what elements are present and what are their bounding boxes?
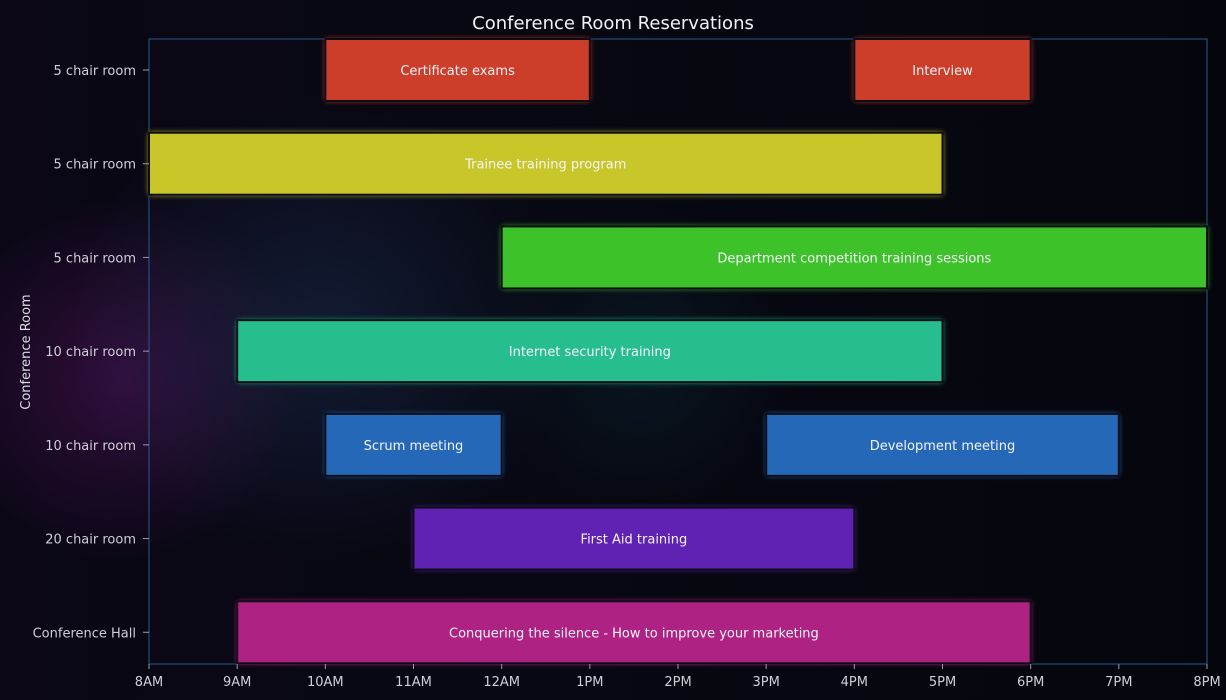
- y-tick-label: 20 chair room: [45, 533, 136, 548]
- reservation-bar[interactable]: Department competition training sessions: [500, 225, 1208, 290]
- reservation-bar[interactable]: Internet security training: [236, 319, 944, 384]
- reservation-bar[interactable]: First Aid training: [412, 506, 856, 571]
- reservation-bar[interactable]: Conquering the silence - How to improve …: [236, 600, 1032, 665]
- x-tick-label: 3PM: [753, 675, 780, 690]
- chart-title: Conference Room Reservations: [472, 13, 754, 34]
- reservation-bar[interactable]: Trainee training program: [148, 131, 944, 196]
- reservation-bar-label: Interview: [912, 64, 973, 79]
- x-tick-label: 7PM: [1105, 675, 1132, 690]
- reservation-bar[interactable]: Scrum meeting: [324, 412, 503, 477]
- reservation-bar-label: Internet security training: [509, 345, 671, 360]
- y-tick-label: 5 chair room: [54, 64, 136, 79]
- x-tick-labels: 8AM 9AM 10AM 11AM 12AM 1PM 2PM 3PM 4PM 5PM 6PM 7PM 8…: [135, 664, 1221, 690]
- x-tick-label: 9AM: [223, 675, 251, 690]
- y-tick-labels: 5 chair room 5 chair room 5 chair room 10 c…: [33, 64, 149, 641]
- x-tick-label: 5PM: [929, 675, 956, 690]
- x-tick-label: 10AM: [307, 675, 344, 690]
- x-tick-label: 1PM: [576, 675, 603, 690]
- reservation-bar-label: Department competition training sessions: [717, 251, 991, 266]
- reservation-bar[interactable]: Interview: [853, 38, 1032, 102]
- x-tick-label: 6PM: [1017, 675, 1044, 690]
- y-tick-label: 10 chair room: [45, 439, 136, 454]
- x-tick-label: 8AM: [135, 675, 163, 690]
- x-tick-label: 4PM: [841, 675, 868, 690]
- y-tick-label: Conference Hall: [33, 626, 136, 641]
- y-tick-label: 5 chair room: [54, 158, 136, 173]
- x-tick-label: 12AM: [483, 675, 520, 690]
- reservation-bar-label: Development meeting: [870, 439, 1016, 454]
- x-tick-label: 8PM: [1193, 675, 1220, 690]
- x-tick-label: 2PM: [664, 675, 691, 690]
- y-tick-label: 10 chair room: [45, 345, 136, 360]
- reservation-bar[interactable]: Development meeting: [765, 412, 1120, 477]
- reservation-bar[interactable]: Certificate exams: [324, 38, 591, 102]
- reservation-bar-label: First Aid training: [581, 533, 688, 548]
- gantt-chart: Conference Room Reservations Conference …: [19, 13, 1221, 690]
- reservation-bar-label: Scrum meeting: [364, 439, 464, 454]
- y-axis-label: Conference Room: [19, 294, 34, 409]
- bars-layer: Certificate exams Interview Trainee traini…: [148, 38, 1208, 665]
- x-tick-label: 11AM: [395, 675, 432, 690]
- y-tick-label: 5 chair room: [54, 251, 136, 266]
- reservation-bar-label: Certificate exams: [400, 64, 515, 79]
- reservation-bar-label: Trainee training program: [464, 158, 626, 173]
- reservation-bar-label: Conquering the silence - How to improve …: [449, 626, 819, 641]
